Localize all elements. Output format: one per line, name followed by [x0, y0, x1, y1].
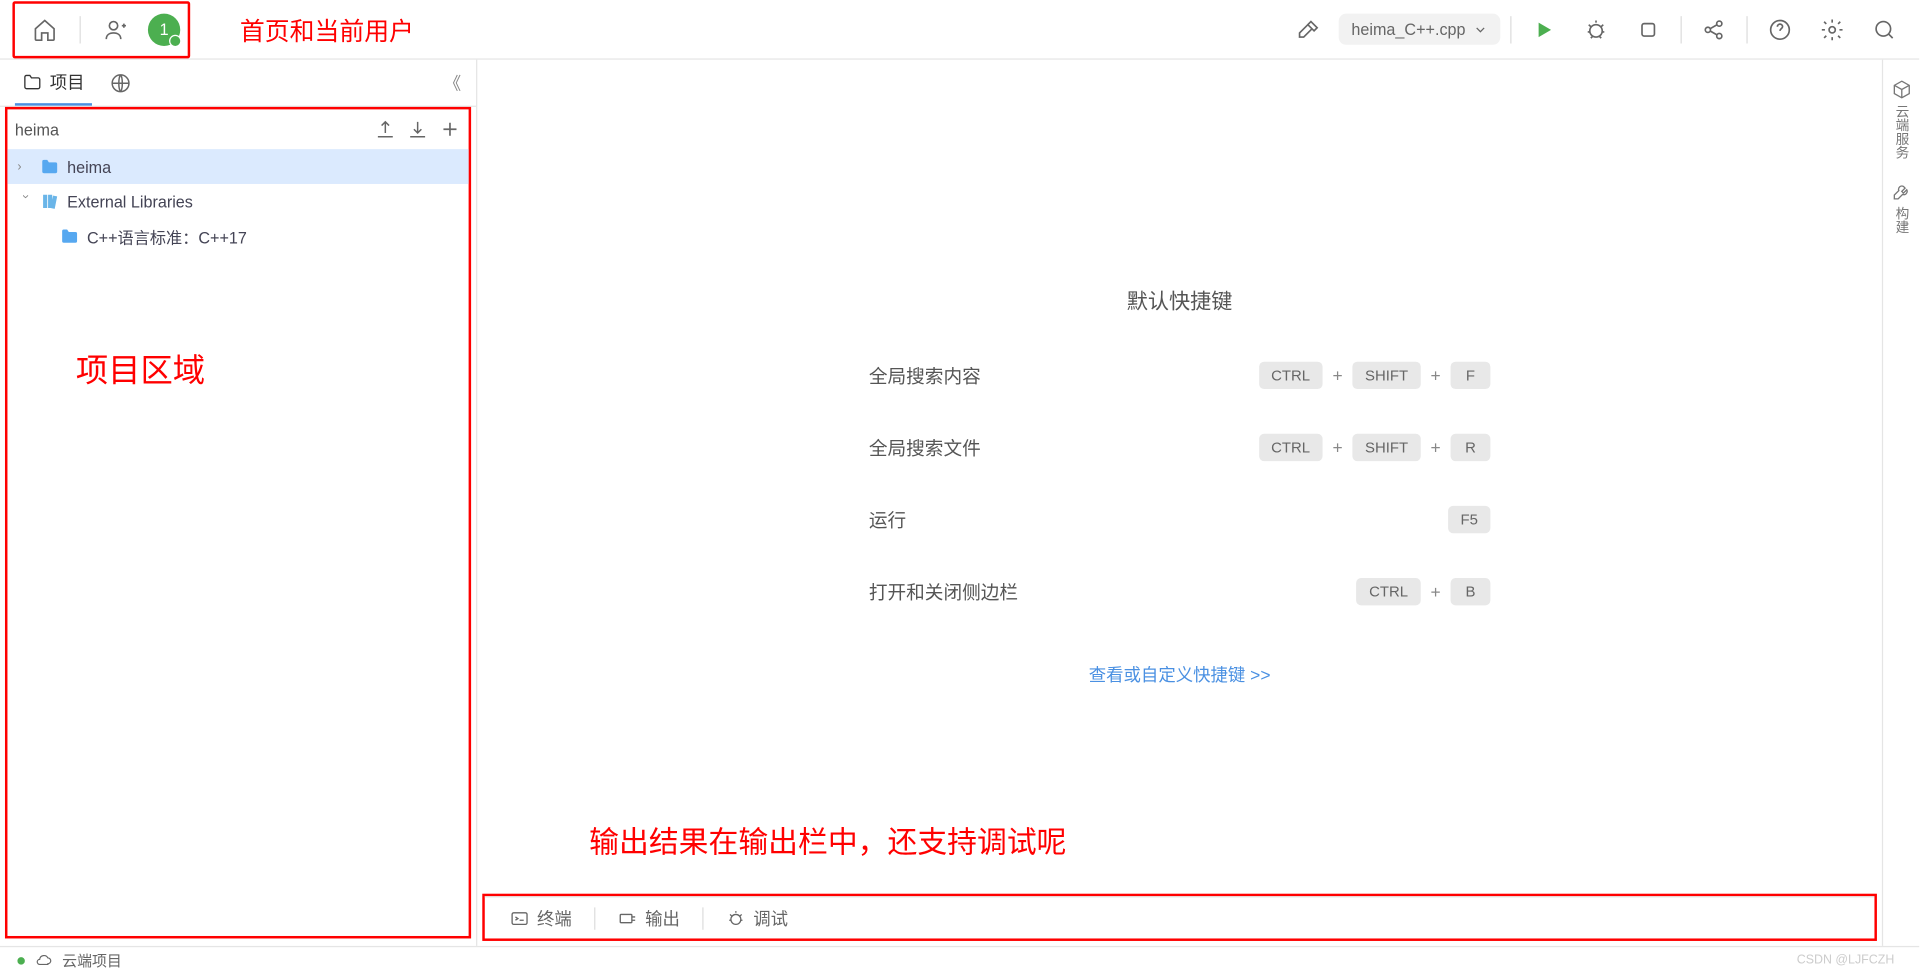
tab-debug-label: 调试	[753, 906, 788, 931]
shortcut-row: 全局搜索文件 CTRL + SHIFT + R	[869, 434, 1491, 461]
key: CTRL	[1259, 362, 1323, 389]
tab-debug[interactable]: 调试	[713, 897, 800, 938]
tree-root-item[interactable]: › heima	[7, 149, 468, 184]
divider	[80, 16, 81, 43]
key: CTRL	[1259, 434, 1323, 461]
divider	[702, 907, 703, 929]
bug-icon	[726, 908, 746, 928]
chevron-down-icon: ›	[18, 194, 32, 209]
top-toolbar: 1 首页和当前用户 heima_C++.cpp	[0, 0, 1919, 60]
debug-button[interactable]	[1574, 7, 1619, 52]
download-button[interactable]	[406, 118, 428, 140]
shortcut-label: 运行	[869, 507, 1142, 533]
watermark: CSDN @LJFCZH	[1797, 953, 1895, 967]
annotation-box-output: 终端 输出 调试	[482, 894, 1877, 941]
cloud-icon	[35, 952, 52, 969]
shortcut-label: 全局搜索文件	[869, 434, 1142, 460]
plus-icon: +	[1332, 365, 1342, 385]
project-name-label: heima	[15, 120, 59, 139]
tab-terminal[interactable]: 终端	[497, 897, 584, 938]
project-header: heima	[7, 109, 468, 149]
annotation-box-top: 1	[12, 1, 190, 58]
status-cloud-label[interactable]: 云端项目	[62, 950, 122, 971]
shortcut-row: 打开和关闭侧边栏 CTRL + B	[869, 578, 1491, 605]
divider	[1681, 16, 1682, 43]
tab-output-label: 输出	[645, 906, 680, 931]
key: F	[1451, 362, 1491, 389]
shortcuts-title: 默认快捷键	[1127, 283, 1233, 314]
plus-icon: +	[1430, 438, 1440, 458]
annotation-box-project: heima › heima › Exter	[5, 107, 471, 939]
divider	[1746, 16, 1747, 43]
key: CTRL	[1357, 578, 1421, 605]
current-user-avatar[interactable]: 1	[148, 13, 180, 45]
shortcut-row: 运行 F5	[869, 506, 1491, 533]
tree-lib-item[interactable]: › External Libraries	[7, 184, 468, 219]
rail-build-label: 构建	[1891, 206, 1911, 233]
plus-icon: +	[1332, 438, 1342, 458]
key: SHIFT	[1353, 362, 1421, 389]
rail-cloud-label: 云端服务	[1891, 104, 1911, 159]
annotation-text-top: 首页和当前用户	[240, 11, 414, 47]
cube-icon	[1891, 80, 1911, 100]
divider	[1510, 16, 1511, 43]
plus-icon: +	[1430, 365, 1440, 385]
tree-lib-label: External Libraries	[67, 192, 193, 211]
folder-icon	[22, 71, 42, 91]
output-icon	[618, 908, 638, 928]
stop-button[interactable]	[1626, 7, 1671, 52]
shortcut-label: 打开和关闭侧边栏	[869, 579, 1142, 605]
search-button[interactable]	[1862, 7, 1907, 52]
wrench-icon	[1891, 181, 1911, 201]
globe-icon	[109, 71, 131, 93]
customize-shortcuts-link[interactable]: 查看或自定义快捷键 >>	[1089, 663, 1271, 688]
annotation-text-output: 输出结果在输出栏中，还支持调试呢	[589, 818, 1066, 862]
plus-icon: +	[1430, 582, 1440, 602]
file-selector-dropdown[interactable]: heima_C++.cpp	[1339, 14, 1500, 45]
shortcut-label: 全局搜索内容	[869, 362, 1142, 388]
key: B	[1451, 578, 1491, 605]
left-sidebar: 项目 《 heima	[0, 60, 477, 946]
bottom-tabs: 终端 输出 调试	[485, 896, 1875, 938]
shortcuts-panel: 默认快捷键 全局搜索内容 CTRL + SHIFT + F 全局搜索文件 CT	[477, 60, 1882, 894]
home-button[interactable]	[22, 7, 67, 52]
add-button[interactable]	[439, 118, 461, 140]
rail-build[interactable]: 构建	[1891, 181, 1911, 233]
collapse-sidebar-button[interactable]: 《	[444, 70, 461, 95]
editor-area: 默认快捷键 全局搜索内容 CTRL + SHIFT + F 全局搜索文件 CT	[477, 60, 1882, 946]
tab-terminal-label: 终端	[537, 906, 572, 931]
add-user-button[interactable]	[93, 7, 138, 52]
sidebar-tabs: 项目 《	[0, 60, 476, 107]
right-rail: 云端服务 构建	[1882, 60, 1919, 946]
chevron-right-icon: ›	[17, 160, 32, 174]
tab-project[interactable]: 项目	[15, 60, 92, 106]
key: SHIFT	[1353, 434, 1421, 461]
share-button[interactable]	[1692, 7, 1737, 52]
divider	[594, 907, 595, 929]
hammer-icon[interactable]	[1287, 7, 1332, 52]
help-button[interactable]	[1758, 7, 1803, 52]
tree-cppstd-item[interactable]: C++语言标准：C++17	[7, 219, 468, 254]
chevron-down-icon	[1473, 22, 1488, 37]
tree-root-label: heima	[67, 157, 111, 176]
rail-cloud-services[interactable]: 云端服务	[1891, 80, 1911, 160]
tab-project-label: 项目	[50, 69, 85, 94]
tab-output[interactable]: 输出	[605, 897, 692, 938]
tab-web[interactable]	[102, 60, 139, 106]
settings-button[interactable]	[1810, 7, 1855, 52]
folder-icon	[40, 157, 60, 177]
key: R	[1451, 434, 1491, 461]
status-indicator-icon	[17, 956, 24, 963]
folder-icon	[60, 226, 80, 246]
run-button[interactable]	[1521, 7, 1566, 52]
key: F5	[1448, 506, 1490, 533]
tree-cppstd-label: C++语言标准：C++17	[87, 224, 247, 248]
file-selector-label: heima_C++.cpp	[1351, 20, 1465, 39]
shortcut-row: 全局搜索内容 CTRL + SHIFT + F	[869, 362, 1491, 389]
annotation-text-project: 项目区域	[76, 346, 205, 392]
library-icon	[40, 191, 60, 211]
upload-button[interactable]	[374, 118, 396, 140]
terminal-icon	[510, 908, 530, 928]
status-bar: 云端项目	[0, 946, 1919, 973]
